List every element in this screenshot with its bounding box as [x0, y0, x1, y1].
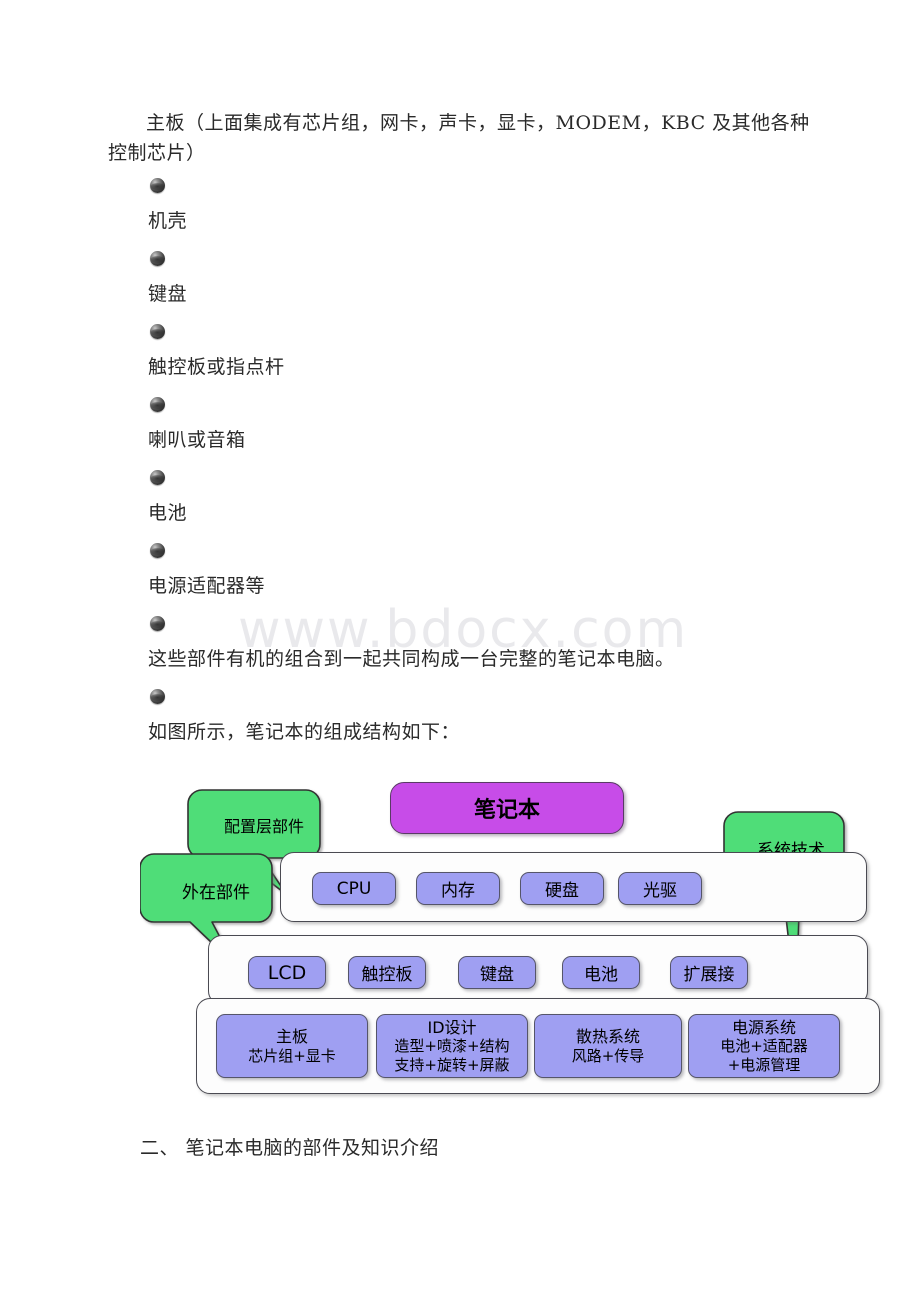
chip-expansion-port: 扩展接 [670, 956, 748, 989]
intro-paragraph: 主板（上面集成有芯片组，网卡，声卡，显卡，MODEM，KBC 及其他各种控制芯片… [108, 112, 810, 164]
bullet-marker [150, 543, 165, 558]
chip-cooling-system: 散热系统 风路+传导 [534, 1014, 682, 1078]
chip-cooling-system-title: 散热系统 [575, 1027, 640, 1047]
list-item: 电池 [148, 502, 188, 524]
chip-mainboard: 主板 芯片组+显卡 [216, 1014, 368, 1078]
bullet-marker [150, 616, 165, 631]
chip-power-system-line2: +电源管理 [727, 1055, 801, 1074]
bullet-marker [150, 178, 165, 193]
list-item: 这些部件有机的组合到一起共同构成一台完整的笔记本电脑。 [148, 648, 675, 670]
list-item: 电源适配器等 [148, 575, 266, 597]
notebook-structure-diagram: 配置层部件 外在部件 系统技术 笔记本 CPU 内存 硬盘 光驱 LCD 触控板… [140, 768, 880, 1108]
chip-id-design-title: ID设计 [427, 1017, 477, 1037]
section-heading: 二、 笔记本电脑的部件及知识介绍 [140, 1137, 440, 1159]
bullet-marker [150, 397, 165, 412]
bullet-marker [150, 470, 165, 485]
bullet-marker [150, 251, 165, 266]
bullet-marker [150, 689, 165, 704]
list-item: 机壳 [148, 210, 188, 232]
chip-mainboard-line1: 芯片组+显卡 [248, 1046, 336, 1065]
list-item: 喇叭或音箱 [148, 429, 246, 451]
chip-touchpad: 触控板 [348, 956, 426, 989]
list-item: 键盘 [148, 283, 188, 305]
chip-cpu: CPU [312, 872, 396, 905]
chip-lcd: LCD [248, 956, 326, 989]
chip-mainboard-title: 主板 [275, 1027, 308, 1047]
diagram-title-box: 笔记本 [390, 782, 624, 834]
chip-harddisk: 硬盘 [520, 872, 604, 905]
chip-id-design-line1: 造型+喷漆+结构 [394, 1037, 510, 1056]
document-page: www.bdocx.com 主板（上面集成有芯片组，网卡，声卡，显卡，MODEM… [0, 0, 920, 1302]
chip-power-system: 电源系统 电池+适配器 +电源管理 [688, 1014, 840, 1078]
chip-id-design-line2: 支持+旋转+屏蔽 [394, 1055, 510, 1074]
chip-optical-drive: 光驱 [618, 872, 702, 905]
chip-cooling-system-line1: 风路+传导 [571, 1046, 645, 1065]
chip-memory: 内存 [416, 872, 500, 905]
chip-battery: 电池 [562, 956, 640, 989]
list-item: 如图所示，笔记本的组成结构如下： [148, 721, 461, 743]
chip-keyboard: 键盘 [458, 956, 536, 989]
list-item: 触控板或指点杆 [148, 356, 285, 378]
chip-power-system-title: 电源系统 [731, 1017, 796, 1037]
chip-id-design: ID设计 造型+喷漆+结构 支持+旋转+屏蔽 [376, 1014, 528, 1078]
chip-power-system-line1: 电池+适配器 [720, 1037, 808, 1056]
bullet-marker [150, 324, 165, 339]
